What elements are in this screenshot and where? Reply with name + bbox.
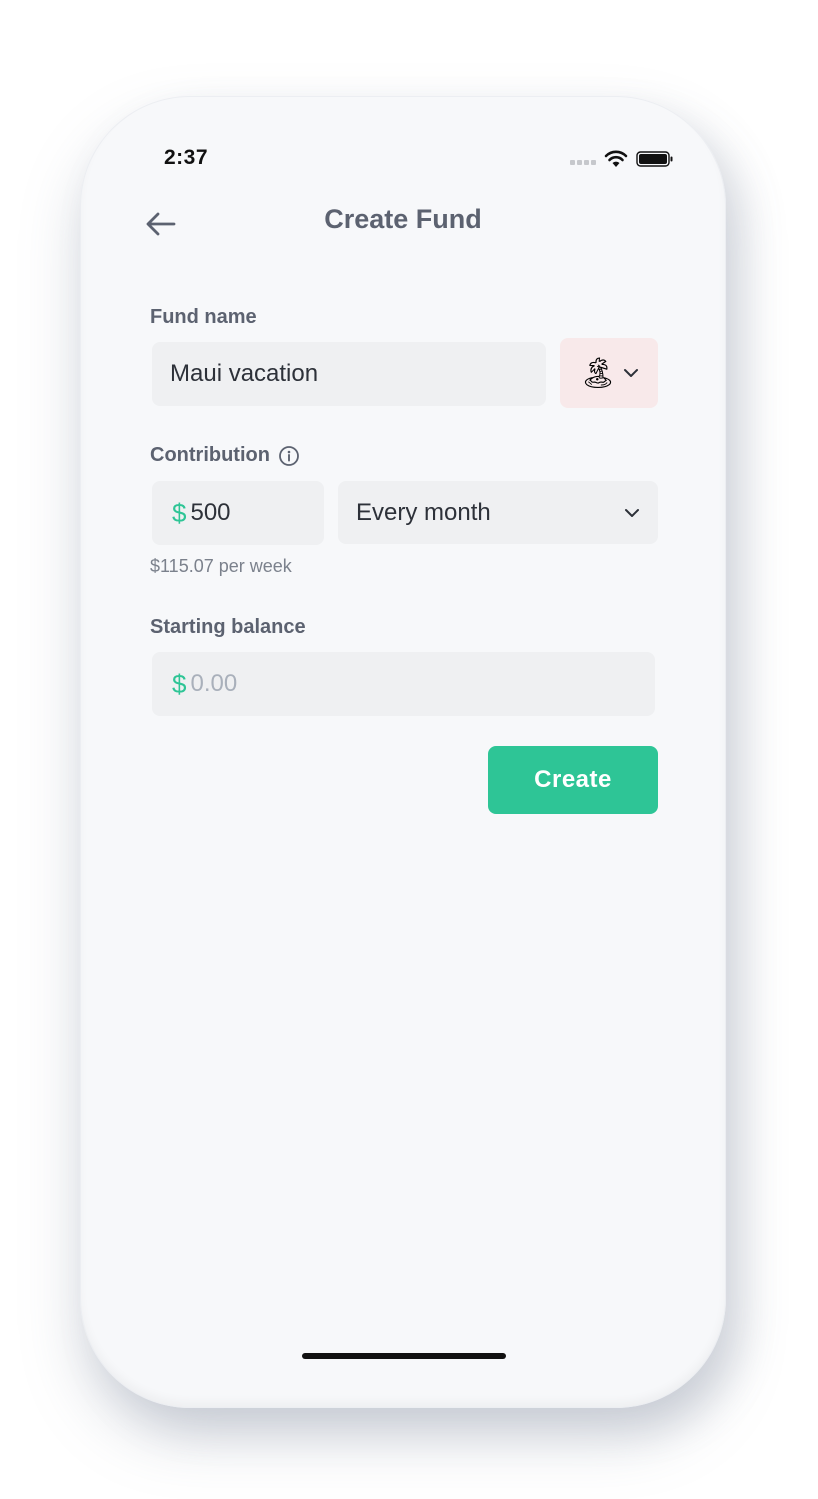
fund-name-value: Maui vacation [170, 360, 319, 387]
chevron-down-icon [624, 369, 639, 377]
chevron-down-icon [625, 508, 639, 517]
emoji-island-icon: 🏝 [578, 356, 618, 390]
contribution-label-row: Contribution [150, 444, 300, 467]
contribution-amount-value: 500 [190, 499, 231, 526]
info-icon[interactable] [278, 445, 300, 467]
wifi-icon [604, 150, 628, 167]
per-week-hint: $115.07 per week [150, 556, 292, 576]
currency-symbol: $ [172, 668, 187, 699]
battery-icon [636, 151, 673, 167]
frequency-select[interactable]: Every month [338, 481, 658, 544]
create-button[interactable]: Create [488, 746, 658, 814]
starting-balance-input[interactable]: $ 0.00 [152, 652, 655, 716]
emoji-picker-button[interactable]: 🏝 [560, 338, 658, 408]
fund-name-label: Fund name [150, 306, 257, 328]
page-title: Create Fund [324, 204, 482, 234]
contribution-label: Contribution [150, 444, 270, 466]
status-icons [570, 150, 674, 168]
status-time: 2:37 [164, 146, 209, 169]
starting-balance-placeholder: 0.00 [190, 670, 238, 697]
cellular-signal-icon [570, 159, 596, 165]
contribution-amount-input[interactable]: $ 500 [152, 481, 324, 545]
frequency-value: Every month [356, 498, 491, 526]
currency-symbol: $ [172, 497, 187, 528]
phone-frame: 2:37 Create Fund Fund name Maui vacation… [80, 96, 726, 1408]
starting-balance-label: Starting balance [150, 616, 306, 638]
fund-name-input[interactable]: Maui vacation [152, 342, 546, 406]
home-indicator [302, 1353, 506, 1359]
